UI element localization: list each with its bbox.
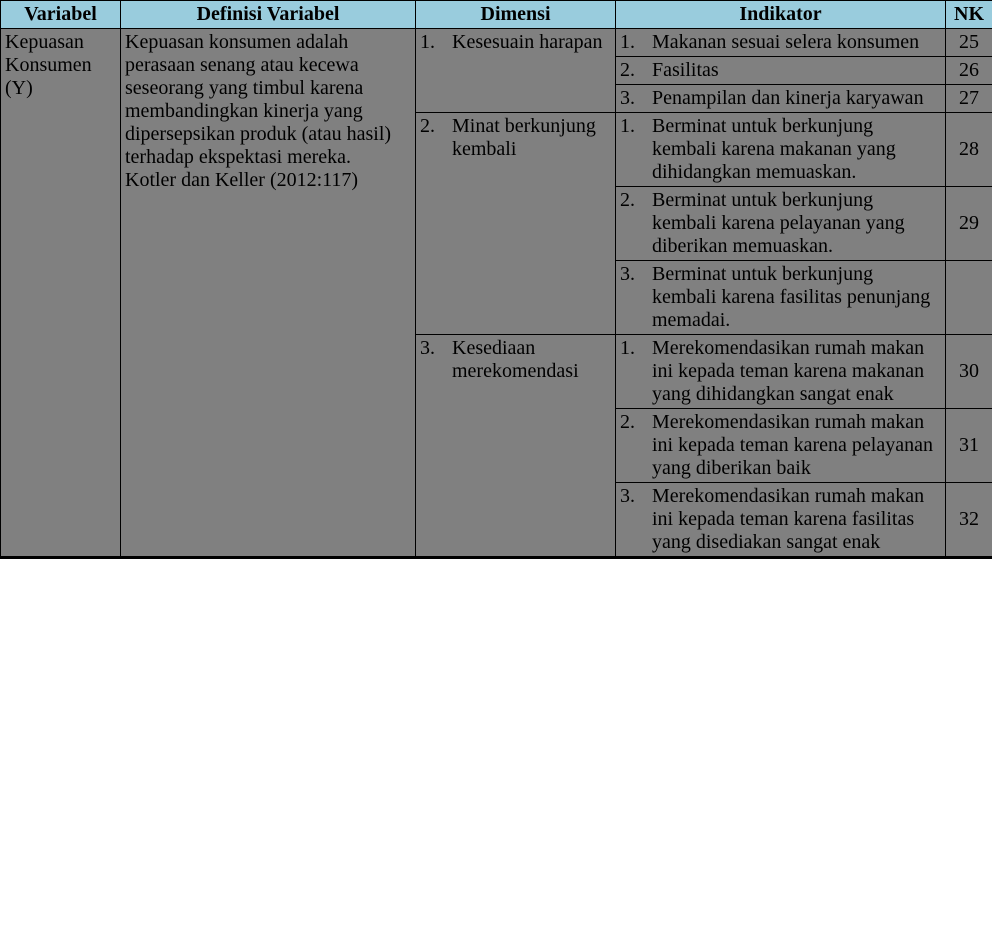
indikator-text: Merekomendasikan rumah makan ini kepada … (642, 411, 941, 480)
header-definisi: Definisi Variabel (121, 1, 416, 29)
cell-dimensi-1: 1. Kesesuain harapan (416, 29, 616, 113)
cell-dimensi-2: 2. Minat berkunjung kembali (416, 113, 616, 335)
operational-variable-table: Variabel Definisi Variabel Dimensi Indik… (0, 0, 992, 559)
indikator-num: 2. (620, 411, 642, 480)
header-nk: NK (946, 1, 992, 29)
dimensi-text: Kesediaan merekomendasi (442, 337, 611, 383)
cell-nk: 27 (946, 85, 992, 113)
cell-definisi: Kepuasan konsumen adalah perasaan senang… (121, 29, 416, 558)
dimensi-num: 1. (420, 31, 442, 54)
table-row: Kepuasan Konsumen (Y) Kepuasan konsumen … (1, 29, 992, 57)
cell-nk: 28 (946, 113, 992, 187)
header-variabel: Variabel (1, 1, 121, 29)
cell-nk: 31 (946, 409, 992, 483)
cell-nk: 32 (946, 483, 992, 558)
cell-nk: 29 (946, 187, 992, 261)
bottom-rule (1, 558, 992, 560)
indikator-text: Berminat untuk berkunjung kembali karena… (642, 189, 941, 258)
dimensi-num: 2. (420, 115, 442, 161)
header-indikator: Indikator (616, 1, 946, 29)
cell-indikator: 1. Merekomendasikan rumah makan ini kepa… (616, 335, 946, 409)
cell-indikator: 2. Fasilitas (616, 57, 946, 85)
indikator-num: 1. (620, 115, 642, 184)
variabel-text: Kepuasan Konsumen (Y) (5, 31, 92, 99)
indikator-text: Fasilitas (642, 59, 941, 82)
indikator-num: 2. (620, 59, 642, 82)
cell-nk: 30 (946, 335, 992, 409)
cell-indikator: 2. Berminat untuk berkunjung kembali kar… (616, 187, 946, 261)
indikator-num: 3. (620, 263, 642, 332)
indikator-num: 1. (620, 31, 642, 54)
cell-nk: 26 (946, 57, 992, 85)
indikator-text: Makanan sesuai selera konsumen (642, 31, 941, 54)
cell-indikator: 1. Makanan sesuai selera konsumen (616, 29, 946, 57)
indikator-text: Berminat untuk berkunjung kembali karena… (642, 263, 941, 332)
indikator-text: Penampilan dan kinerja karyawan (642, 87, 941, 110)
cell-variabel: Kepuasan Konsumen (Y) (1, 29, 121, 558)
indikator-num: 3. (620, 485, 642, 554)
cell-indikator: 2. Merekomendasikan rumah makan ini kepa… (616, 409, 946, 483)
cell-dimensi-3: 3. Kesediaan merekomendasi (416, 335, 616, 558)
dimensi-text: Kesesuain harapan (442, 31, 611, 54)
dimensi-num: 3. (420, 337, 442, 383)
cell-indikator: 1. Berminat untuk berkunjung kembali kar… (616, 113, 946, 187)
header-dimensi: Dimensi (416, 1, 616, 29)
cell-nk: 25 (946, 29, 992, 57)
cell-nk (946, 261, 992, 335)
indikator-num: 3. (620, 87, 642, 110)
cell-indikator: 3. Berminat untuk berkunjung kembali kar… (616, 261, 946, 335)
table-header-row: Variabel Definisi Variabel Dimensi Indik… (1, 1, 992, 29)
definisi-text: Kepuasan konsumen adalah perasaan senang… (125, 31, 391, 191)
indikator-num: 2. (620, 189, 642, 258)
dimensi-text: Minat berkunjung kembali (442, 115, 611, 161)
indikator-num: 1. (620, 337, 642, 406)
indikator-text: Berminat untuk berkunjung kembali karena… (642, 115, 941, 184)
cell-indikator: 3. Merekomendasikan rumah makan ini kepa… (616, 483, 946, 558)
indikator-text: Merekomendasikan rumah makan ini kepada … (642, 337, 941, 406)
indikator-text: Merekomendasikan rumah makan ini kepada … (642, 485, 941, 554)
cell-indikator: 3. Penampilan dan kinerja karyawan (616, 85, 946, 113)
